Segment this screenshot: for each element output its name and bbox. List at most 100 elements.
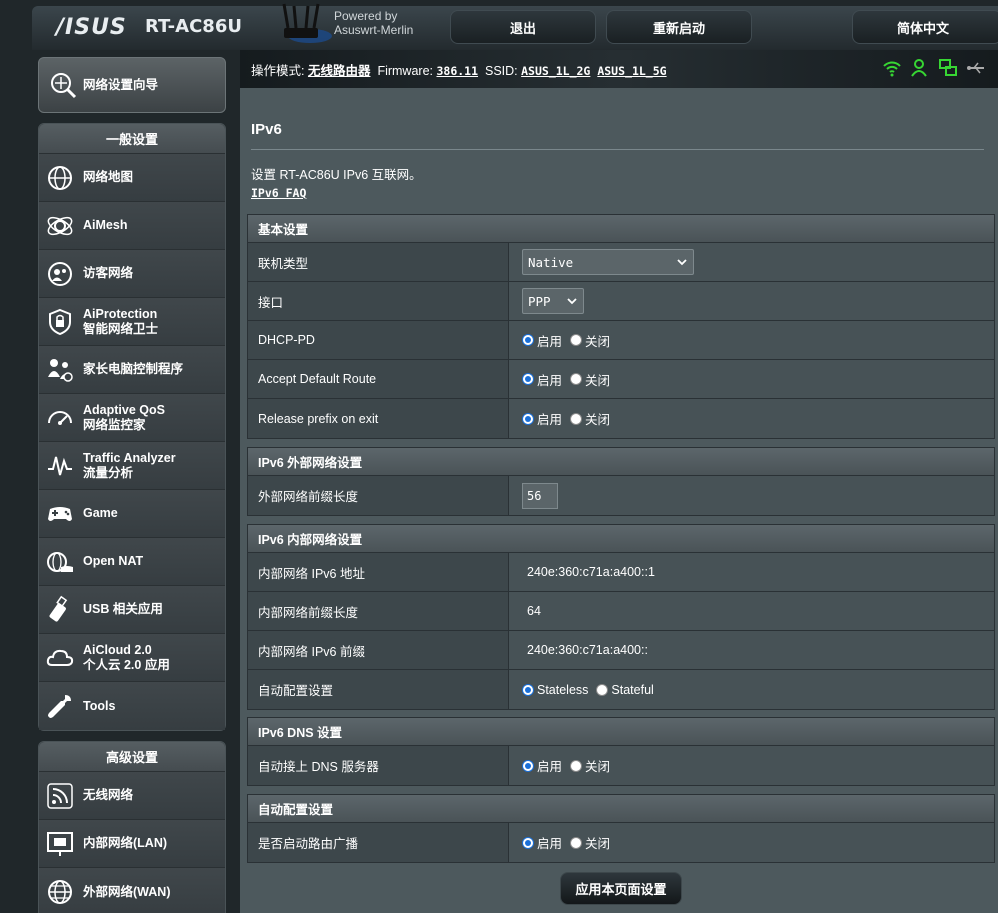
model-name: RT-AC86U xyxy=(145,16,242,37)
stateful-radio[interactable] xyxy=(596,683,609,696)
chevron-down-icon xyxy=(677,259,687,266)
network-icon[interactable] xyxy=(938,58,958,78)
connection-type-select[interactable]: Native xyxy=(522,249,694,275)
speedometer-icon xyxy=(48,410,72,425)
lan-address-row: 内部网络 IPv6 地址 240e:360:c71a:a400::1 xyxy=(248,553,994,592)
wan-prefix-length-row: 外部网络前缀长度 56 xyxy=(248,476,994,515)
firmware-link[interactable]: 386.11 xyxy=(436,64,478,78)
op-mode-link[interactable]: 无线路由器 xyxy=(308,64,371,78)
interface-value: PPP xyxy=(528,293,551,309)
field-label: 内部网络 IPv6 地址 xyxy=(248,553,509,591)
cloud-icon xyxy=(46,649,74,666)
sidebar-item-adaptive-qos[interactable]: Adaptive QoS 网络监控家 xyxy=(39,394,225,442)
accept-route-disable-radio[interactable] xyxy=(570,373,583,385)
logout-button[interactable]: 退出 xyxy=(450,10,596,44)
radio-label: 启用 xyxy=(537,413,563,427)
section-heading: IPv6 DNS 设置 xyxy=(248,718,994,746)
sidebar-item-sublabel: 网络监控家 xyxy=(83,417,146,432)
sidebar-item-parental-controls[interactable]: 家长电脑控制程序 xyxy=(39,346,225,394)
sidebar-item-traffic-analyzer[interactable]: Traffic Analyzer 流量分析 xyxy=(39,442,225,490)
radio-label: 关闭 xyxy=(585,760,611,774)
sidebar-item-sublabel: 智能网络卫士 xyxy=(83,321,159,336)
section-heading: IPv6 外部网络设置 xyxy=(248,448,994,476)
ipv6-faq-link[interactable]: IPv6 FAQ xyxy=(251,186,306,200)
radio-label: 启用 xyxy=(537,837,563,851)
powered-by-line2: Asuswrt-Merlin xyxy=(334,23,414,37)
sidebar-item-network-map[interactable]: 网络地图 xyxy=(39,154,225,202)
sidebar-item-aimesh[interactable]: AiMesh xyxy=(39,202,225,250)
radio-label: 关闭 xyxy=(585,413,611,427)
stateless-radio[interactable] xyxy=(522,683,534,696)
lan-prefix-row: 内部网络 IPv6 前缀 240e:360:c71a:a400:: xyxy=(248,631,994,670)
sidebar-item-aicloud[interactable]: AiCloud 2.0 个人云 2.0 应用 xyxy=(39,634,225,682)
autoconf-section: 自动配置设置 是否启动路由广播 启用 关闭 xyxy=(247,794,995,863)
guest-network-icon xyxy=(48,261,72,286)
field-label: 联机类型 xyxy=(248,243,509,281)
auto-dns-disable-radio[interactable] xyxy=(570,759,583,772)
field-label: 是否启动路由广播 xyxy=(248,823,509,862)
accept-route-enable-radio[interactable] xyxy=(522,373,534,385)
sidebar-item-guest-network[interactable]: 访客网络 xyxy=(39,250,225,298)
wizard-icon xyxy=(51,73,77,99)
general-settings-title: 一般设置 xyxy=(39,124,225,154)
field-label: DHCP-PD xyxy=(248,321,509,359)
sidebar-item-label: 家长电脑控制程序 xyxy=(83,362,184,376)
dhcp-pd-disable-radio[interactable] xyxy=(570,334,583,346)
autoconf-mode-row: 自动配置设置 Stateless Stateful xyxy=(248,670,994,709)
sidebar-item-tools[interactable]: Tools xyxy=(39,682,225,730)
radio-label: Stateful xyxy=(611,682,654,697)
sidebar-item-lan[interactable]: 内部网络(LAN) xyxy=(39,820,225,868)
lan-prefix-length-value: 64 xyxy=(509,592,994,630)
sidebar-item-usb-apps[interactable]: USB 相关应用 xyxy=(39,586,225,634)
ssid-2g-link[interactable]: ASUS_1L_2G xyxy=(521,64,590,78)
field-label: Release prefix on exit xyxy=(248,399,509,438)
wan-prefix-length-input[interactable]: 56 xyxy=(522,482,558,509)
network-setup-wizard-button[interactable]: 网络设置向导 xyxy=(38,57,226,113)
user-icon[interactable] xyxy=(910,58,930,78)
router-adv-enable-radio[interactable] xyxy=(522,836,534,849)
wifi-icon[interactable] xyxy=(882,58,902,78)
op-mode-label: 操作模式: xyxy=(251,64,305,78)
advanced-settings-title: 高级设置 xyxy=(39,742,225,772)
sidebar-item-open-nat[interactable]: Open NAT xyxy=(39,538,225,586)
auto-dns-enable-radio[interactable] xyxy=(522,759,534,772)
sidebar-item-game[interactable]: Game xyxy=(39,490,225,538)
apply-button[interactable]: 应用本页面设置 xyxy=(560,872,682,905)
page-description: 设置 RT-AC86U IPv6 互联网。 xyxy=(251,168,422,182)
sidebar-item-wireless[interactable]: 无线网络 xyxy=(39,772,225,820)
sidebar-item-aiprotection[interactable]: AiProtection 智能网络卫士 xyxy=(39,298,225,346)
release-prefix-enable-radio[interactable] xyxy=(522,412,534,425)
radio-label: 启用 xyxy=(537,373,563,388)
interface-select[interactable]: PPP xyxy=(522,288,584,314)
release-prefix-disable-radio[interactable] xyxy=(570,412,583,425)
powered-by-line1: Powered by xyxy=(334,9,398,23)
section-heading: 基本设置 xyxy=(248,215,994,243)
top-header: /ISUS RT-AC86U Powered by Asuswrt-Merlin… xyxy=(32,3,998,50)
lan-prefix-value: 240e:360:c71a:a400:: xyxy=(509,631,994,669)
globe-gamepad-icon xyxy=(47,551,73,572)
auto-dns-row: 自动接上 DNS 服务器 启用 关闭 xyxy=(248,746,994,785)
dhcp-pd-enable-radio[interactable] xyxy=(522,334,534,346)
sidebar-item-label: 无线网络 xyxy=(83,788,134,802)
sidebar-item-sublabel: 流量分析 xyxy=(83,465,134,480)
radio-label: 启用 xyxy=(537,334,563,349)
language-select[interactable]: 简体中文 xyxy=(852,10,998,44)
basic-settings-section: 基本设置 联机类型 Native 接口 PPP DHCP-PD 启用 关闭 Ac… xyxy=(247,214,995,439)
field-label: Accept Default Route xyxy=(248,360,509,398)
field-label: 自动配置设置 xyxy=(248,670,509,709)
reboot-button[interactable]: 重新启动 xyxy=(606,10,752,44)
router-adv-disable-radio[interactable] xyxy=(570,836,583,849)
sidebar-item-label: Open NAT xyxy=(83,554,144,568)
usb-icon[interactable] xyxy=(966,58,986,78)
main-content: IPv6 设置 RT-AC86U IPv6 互联网。 IPv6 FAQ 基本设置… xyxy=(240,88,998,913)
field-label: 内部网络前缀长度 xyxy=(248,592,509,630)
sidebar-item-wan[interactable]: 外部网络(WAN) xyxy=(39,868,225,913)
shield-icon xyxy=(49,308,71,335)
interface-row: 接口 PPP xyxy=(248,282,994,321)
ssid-5g-link[interactable]: ASUS_1L_5G xyxy=(597,64,666,78)
wireless-icon xyxy=(47,782,73,809)
sidebar-item-label: 外部网络(WAN) xyxy=(83,884,171,899)
field-label: 接口 xyxy=(248,282,509,320)
radio-label: 关闭 xyxy=(585,334,611,349)
field-label: 内部网络 IPv6 前缀 xyxy=(248,631,509,669)
